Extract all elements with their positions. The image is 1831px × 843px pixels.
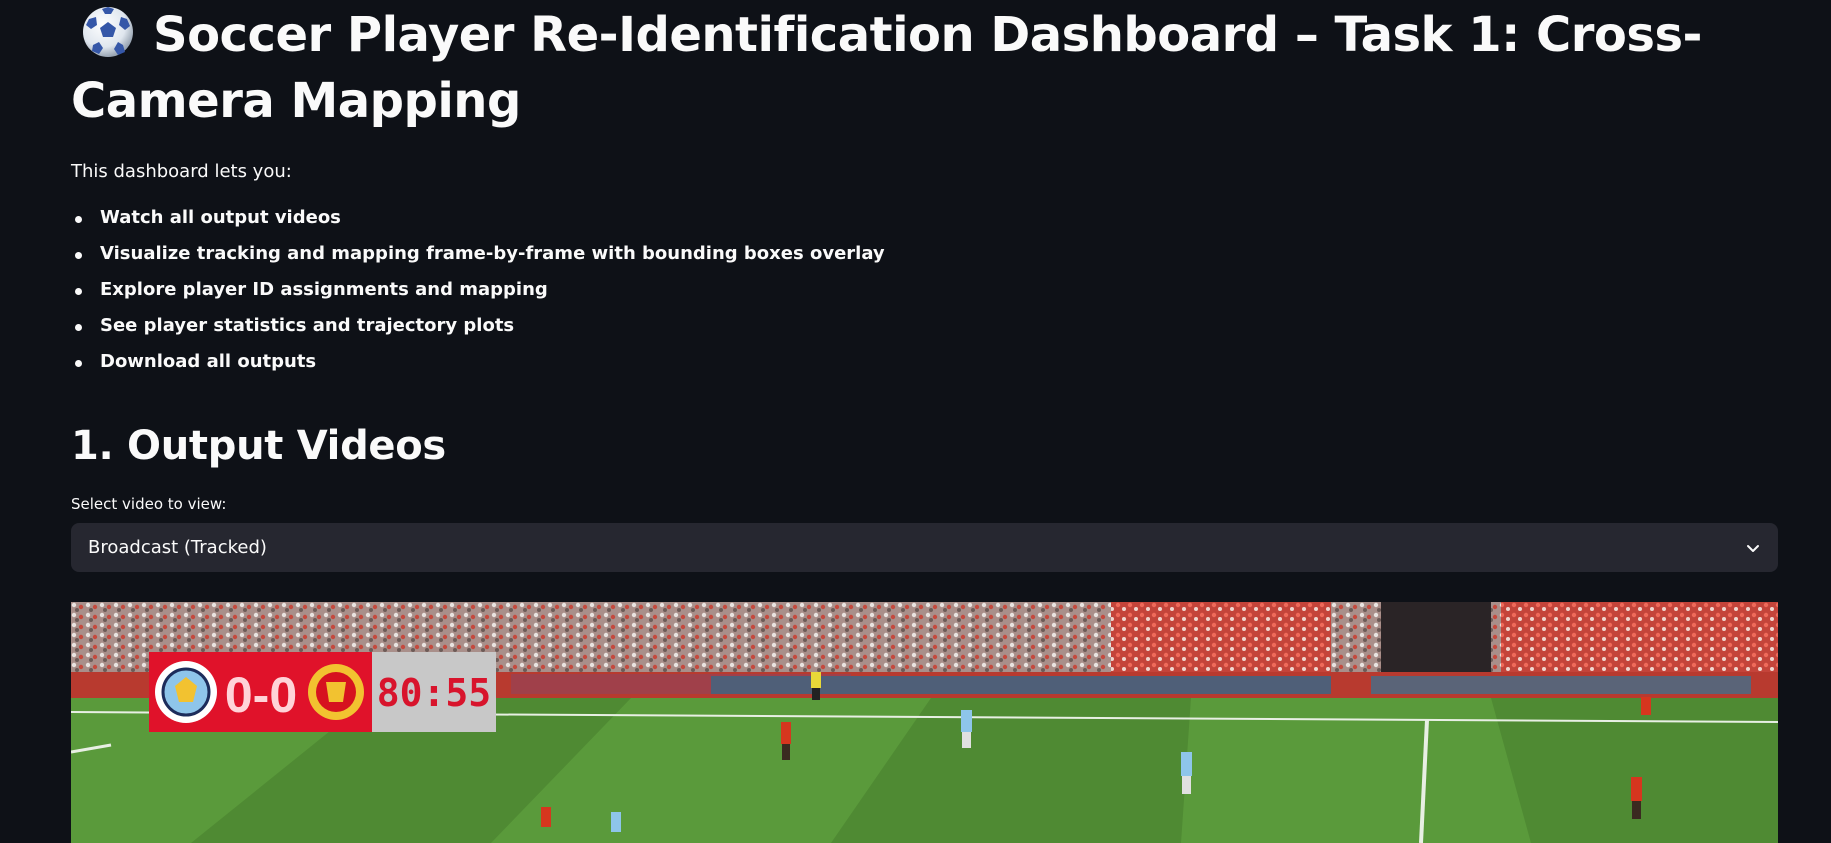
video-select-label: Select video to view: xyxy=(71,495,227,513)
home-team-badge xyxy=(155,661,217,723)
player-marker xyxy=(961,710,972,748)
section-title-output-videos: 1. Output Videos xyxy=(71,423,446,469)
feature-item: Visualize tracking and mapping frame-by-… xyxy=(71,242,1778,266)
feature-list: Watch all output videos Visualize tracki… xyxy=(71,206,1778,374)
match-clock: 80:55 xyxy=(377,671,491,715)
video-select-value: Broadcast (Tracked) xyxy=(88,537,267,558)
soccer-ball-icon xyxy=(83,7,133,57)
player-marker xyxy=(1631,777,1642,819)
away-team-badge xyxy=(308,664,364,720)
player-marker xyxy=(611,812,621,832)
player-marker xyxy=(811,672,821,700)
main-content: Soccer Player Re-Identification Dashboar… xyxy=(71,0,1778,572)
chevron-down-icon xyxy=(1747,544,1759,552)
feature-item: Explore player ID assignments and mappin… xyxy=(71,278,1778,302)
feature-item: Download all outputs xyxy=(71,350,1778,374)
video-player[interactable]: 0-0 80:55 xyxy=(71,602,1778,843)
video-frame: 0-0 80:55 xyxy=(71,602,1778,843)
player-marker xyxy=(541,807,551,827)
scoreboard: 0-0 80:55 xyxy=(149,652,496,732)
page-title-text: Soccer Player Re-Identification Dashboar… xyxy=(71,7,1702,129)
video-select[interactable]: Broadcast (Tracked) xyxy=(71,523,1778,572)
page-title: Soccer Player Re-Identification Dashboar… xyxy=(71,2,1778,134)
feature-item: See player statistics and trajectory plo… xyxy=(71,314,1778,338)
score-text: 0-0 xyxy=(225,667,297,723)
feature-item: Watch all output videos xyxy=(71,206,1778,230)
player-marker xyxy=(781,722,791,760)
intro-text: This dashboard lets you: xyxy=(71,161,292,182)
player-marker xyxy=(1641,697,1651,715)
player-marker xyxy=(1181,752,1192,794)
